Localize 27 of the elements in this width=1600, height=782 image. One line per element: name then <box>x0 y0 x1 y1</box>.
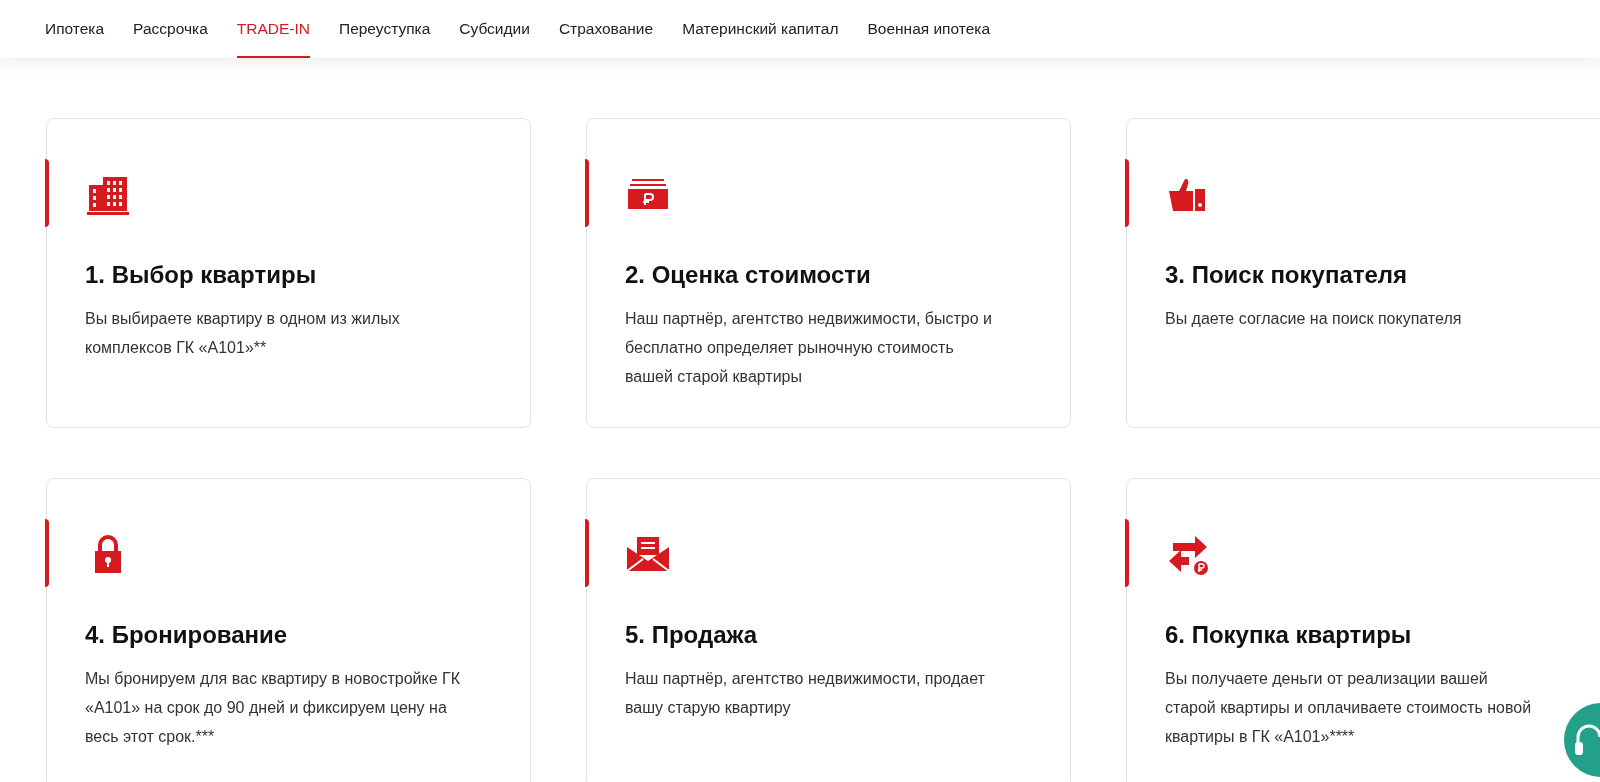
nav-tab[interactable]: Переуступка <box>339 0 431 58</box>
accent-bar <box>585 159 589 227</box>
step-title: 4. Бронирование <box>85 620 289 650</box>
step-description: Наш партнёр, агентство недвижимости, быстро и бесплатно определяет рыночную стоимость вашей старой квартиры <box>625 309 993 387</box>
accent-bar <box>1125 519 1129 587</box>
nav-tab[interactable]: Ипотека <box>45 0 105 58</box>
step-title: 1. Выбор квартиры <box>85 260 318 290</box>
accent-bar <box>585 519 589 587</box>
accent-bar <box>45 159 49 227</box>
nav-tab[interactable]: TRADE-IN <box>236 0 310 58</box>
nav-tab[interactable]: Военная ипотека <box>867 0 991 58</box>
step-title: 6. Покупка квартиры <box>1165 620 1413 650</box>
nav-tab[interactable]: Материнский капитал <box>682 0 839 58</box>
nav-tab[interactable]: Страхование <box>558 0 654 58</box>
nav-tab[interactable]: Рассрочка <box>133 0 208 58</box>
step-description: Вы выбираете квартиру в одном из жилых комплексов ГК «А101»** <box>85 309 401 358</box>
headphones-icon <box>1574 723 1600 757</box>
accent-bar <box>45 519 49 587</box>
accent-bar <box>1125 159 1129 227</box>
step-description: Мы бронируем для вас квартиру в новостройке ГК «А101» на срок до 90 дней и фиксируем цену на весь этот срок.*** <box>85 669 460 747</box>
step-description: Вы даете согласие на поиск покупателя <box>1165 309 1463 329</box>
step-description: Вы получаете деньги от реализации вашей старой квартиры и оплачиваете стоимость новой квартиры в ГК «А101»**** <box>1165 669 1533 747</box>
nav-tab[interactable]: Субсидии <box>459 0 530 58</box>
step-title: 5. Продажа <box>625 620 759 650</box>
step-title: 3. Поиск покупателя <box>1165 260 1409 290</box>
step-title: 2. Оценка стоимости <box>625 260 872 290</box>
step-description: Наш партнёр, агентство недвижимости, продает вашу старую квартиру <box>625 669 986 718</box>
